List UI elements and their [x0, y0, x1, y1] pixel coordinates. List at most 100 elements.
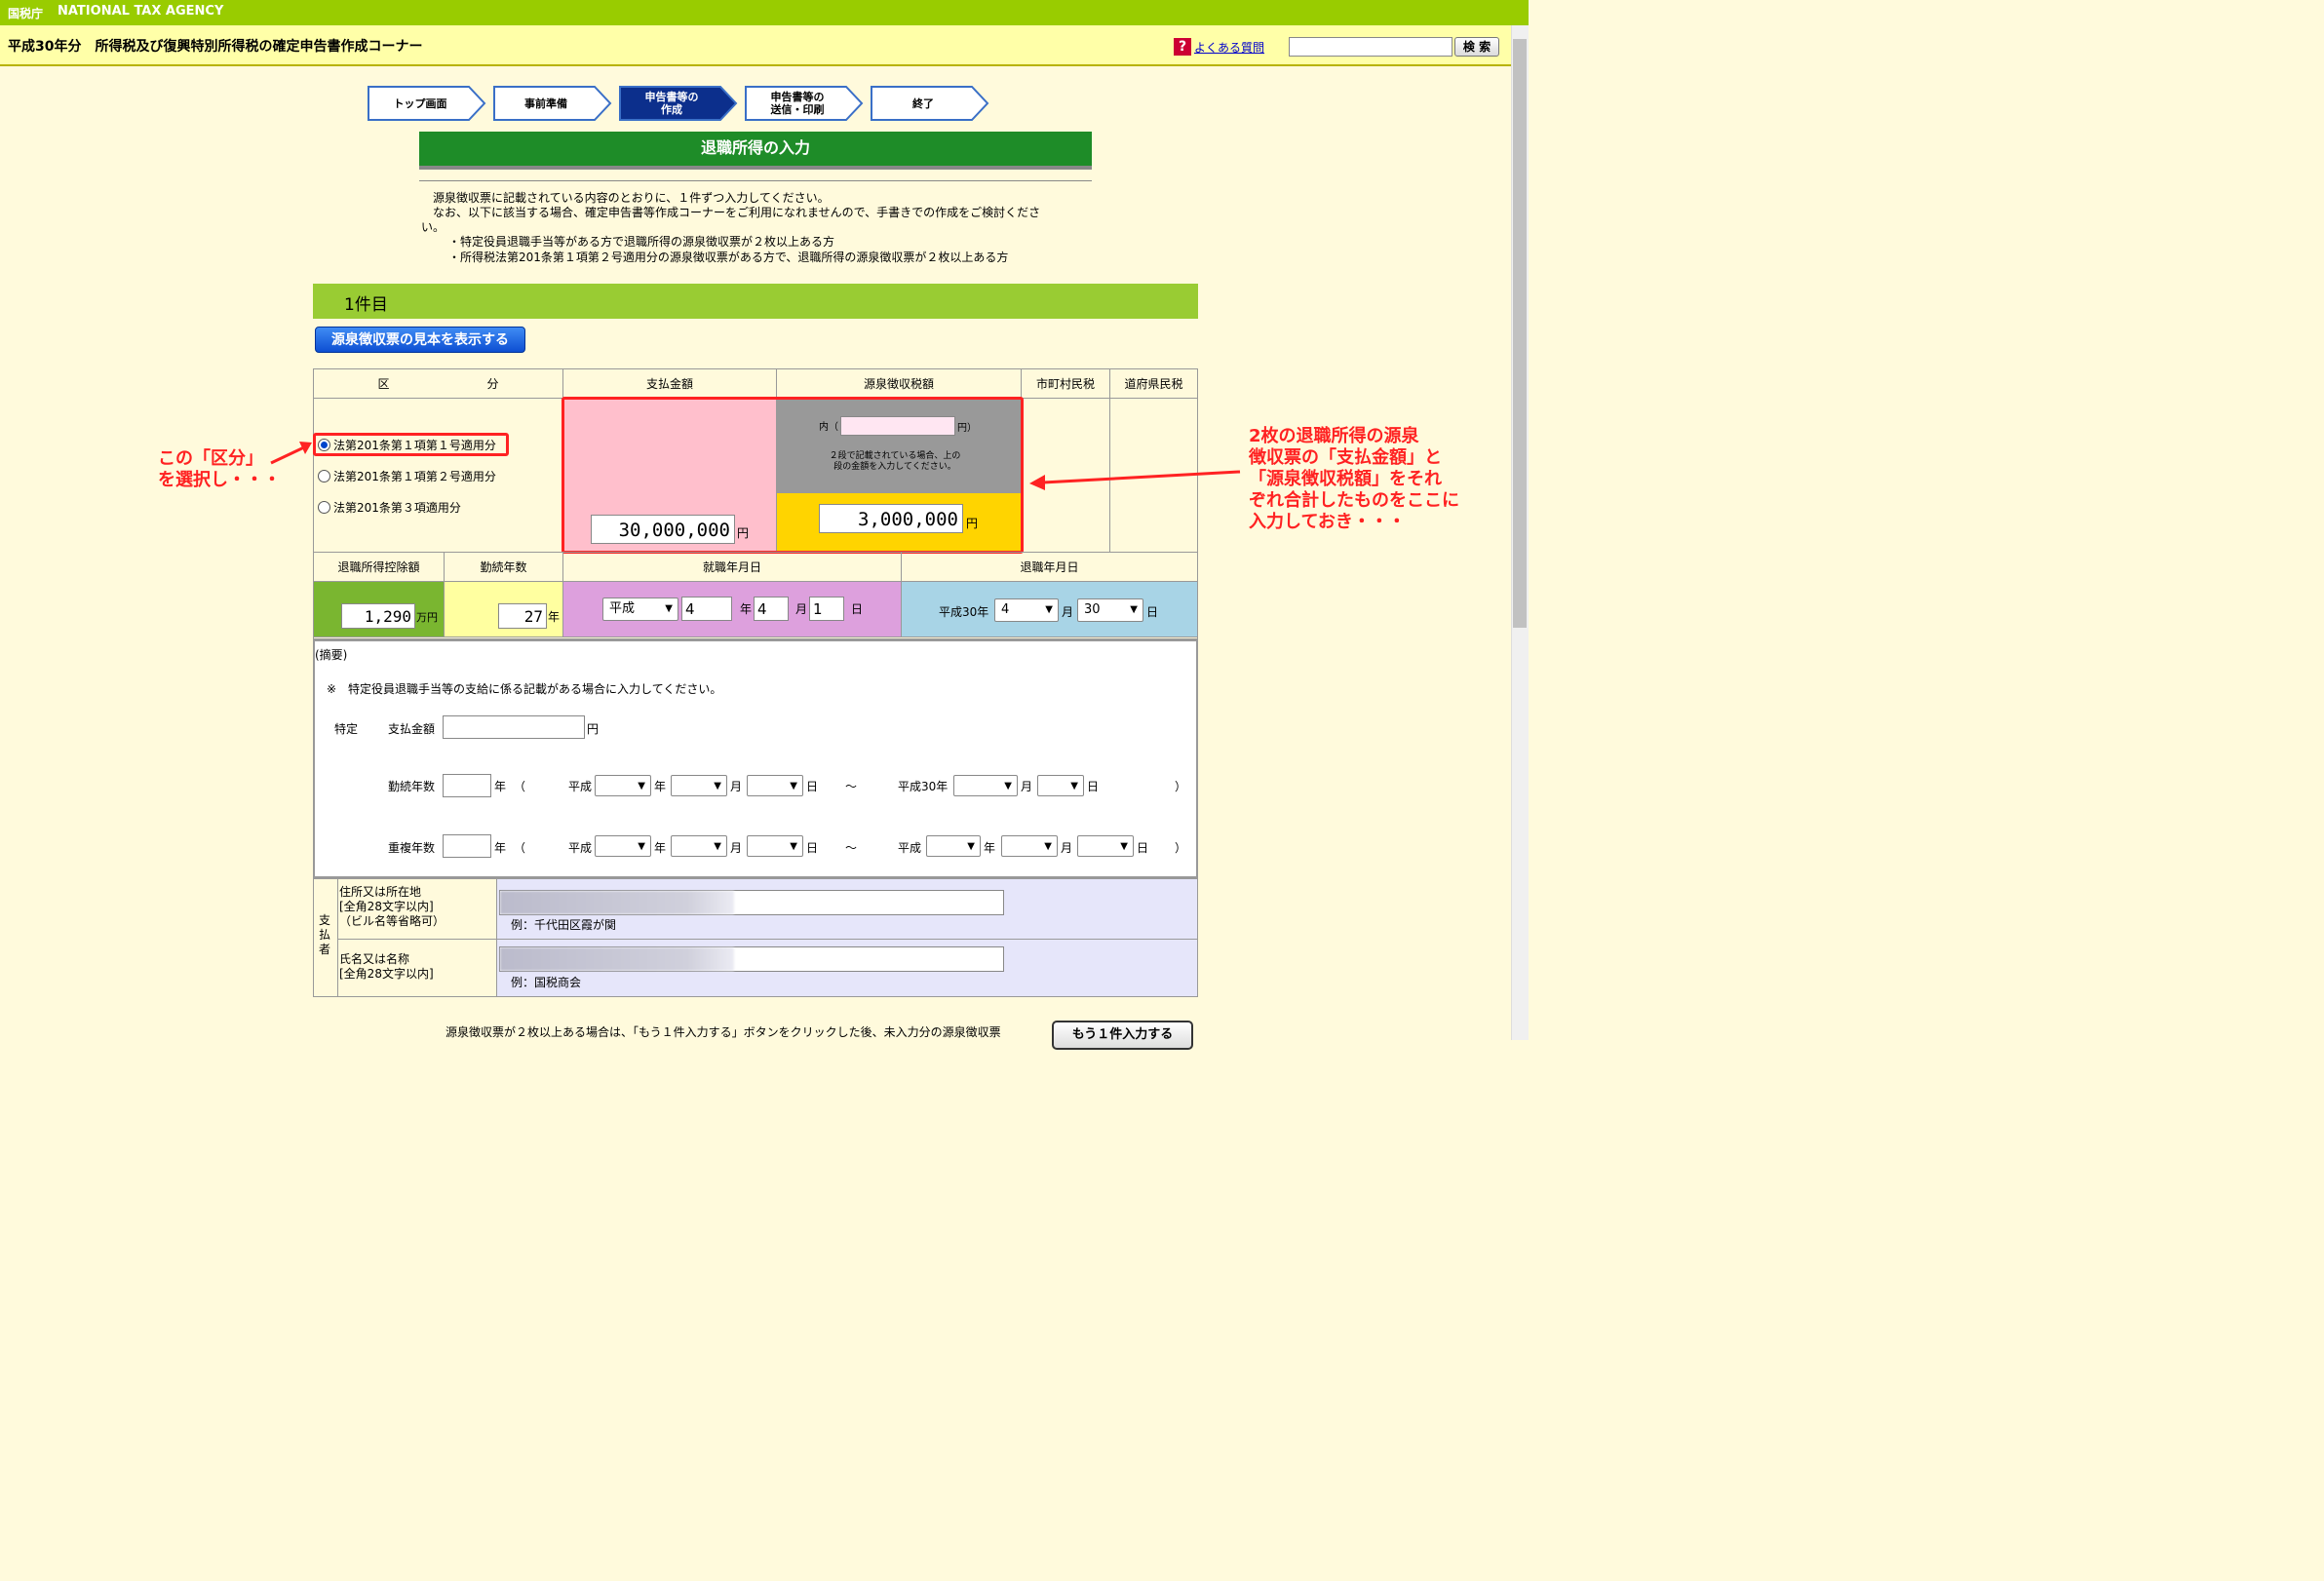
overlap-from-year-select[interactable]: ▼ [595, 835, 651, 857]
agency-logo: 国税庁 [8, 7, 44, 20]
join-date-header: 就職年月日 [562, 552, 902, 582]
faq-link[interactable]: よくある質問 [1194, 39, 1264, 56]
overlap-to-day-select[interactable]: ▼ [1077, 835, 1134, 857]
month-unit: 月 [730, 841, 743, 855]
kubun-header: 区 分 [313, 368, 563, 399]
join-era-select[interactable]: 平成 ▼ [602, 598, 678, 621]
tokutei-payment-input[interactable] [443, 715, 585, 739]
years-to-month-select[interactable]: ▼ [953, 775, 1018, 796]
years-from-era-year-select[interactable]: ▼ [595, 775, 651, 796]
radio-kubun-3[interactable]: 法第201条第３項適用分 [318, 499, 461, 516]
chevron-down-icon: ▼ [665, 603, 673, 614]
overlap-label: 重複年数 [388, 841, 436, 855]
month-unit: 月 [795, 602, 808, 616]
yen-unit: 円 [587, 722, 600, 736]
search-button[interactable]: 検 索 [1454, 37, 1499, 57]
year-unit: 年 [984, 841, 996, 855]
retire-day-select[interactable]: 30 ▼ [1077, 598, 1143, 622]
years-label: 勤続年数 [388, 780, 436, 793]
overlap-to-month-select[interactable]: ▼ [1001, 835, 1058, 857]
overlap-to-year-select[interactable]: ▼ [926, 835, 981, 857]
payment-header: 支払金額 [562, 368, 777, 399]
select-value: 平成 [609, 601, 636, 616]
tokutei-years-input[interactable] [443, 774, 491, 797]
tilde: 〜 [845, 841, 858, 855]
municipal-tax-header: 市町村民税 [1021, 368, 1110, 399]
deduction-amount-input[interactable]: 1,290 [341, 603, 415, 629]
retire-month-select[interactable]: 4 ▼ [994, 598, 1059, 622]
prefectural-tax-header: 道府県民税 [1109, 368, 1198, 399]
era-label: 平成 [568, 780, 593, 793]
chevron-down-icon: ▼ [638, 781, 645, 791]
radio-unchecked-icon [318, 501, 330, 514]
show-sample-button[interactable]: 源泉徴収票の見本を表示する [315, 327, 525, 353]
radio-label: 法第201条第１項第２号適用分 [333, 470, 496, 483]
day-unit: 日 [806, 780, 819, 793]
scrollbar-thumb[interactable] [1513, 39, 1527, 628]
overlap-from-month-select[interactable]: ▼ [671, 835, 727, 857]
day-unit: 日 [1087, 780, 1100, 793]
name-label: 氏名又は名称 [全角28文字以内] [339, 952, 434, 981]
years-from-day-select[interactable]: ▼ [747, 775, 803, 796]
chevron-down-icon: ▼ [1130, 604, 1138, 615]
arrow-right-icon [270, 442, 312, 465]
address-example: 例：千代田区霞が関 [511, 918, 617, 932]
radio-unchecked-icon [318, 470, 330, 482]
year-unit: 年 [548, 610, 561, 624]
agency-bar: 国税庁 NATIONAL TAX AGENCY [0, 0, 1529, 25]
step-label: 申告書等の 送信・印刷 [770, 91, 825, 116]
month-unit: 月 [730, 780, 743, 793]
overlap-from-day-select[interactable]: ▼ [747, 835, 803, 857]
instruction-text: なお、以下に該当する場合、確定申告書等作成コーナーをご利用になれませんので、手書… [433, 206, 1041, 219]
tilde: 〜 [845, 780, 858, 793]
help-icon[interactable]: ? [1174, 38, 1191, 56]
redacted-text [500, 947, 734, 971]
era30-label: 平成30年 [898, 780, 949, 793]
chevron-down-icon: ▼ [1070, 781, 1078, 791]
instruction-text: い。 [421, 220, 445, 234]
years-input[interactable]: 27 [498, 603, 547, 629]
tokutei-label: 特定 [334, 722, 359, 736]
open-paren: （ [514, 780, 526, 793]
summary-note: ※ 特定役員退職手当等の支給に係る記載がある場合に入力してください。 [327, 682, 722, 696]
select-value: 30 [1084, 602, 1101, 617]
overlap-years-input[interactable] [443, 834, 491, 858]
highlight-box [562, 397, 1024, 554]
step-label: トップ画面 [393, 96, 447, 110]
kubun-header-label: 区 [377, 377, 390, 391]
instruction-bullet: ・所得税法第201条第１項第２号適用分の源泉徴収票がある方で、退職所得の源泉徴収… [448, 251, 1009, 264]
agency-name: NATIONAL TAX AGENCY [58, 4, 224, 19]
open-paren: （ [514, 841, 526, 855]
man-yen-unit: 万円 [416, 611, 438, 624]
step-label: 終了 [912, 96, 934, 110]
close-paren: ） [1175, 780, 1187, 793]
footer-note: 源泉徴収票が２枚以上ある場合は、「もう１件入力する」ボタンをクリックした後、未入… [445, 1025, 1001, 1039]
retire-date-header: 退職年月日 [901, 552, 1198, 582]
chevron-down-icon: ▼ [1045, 604, 1053, 615]
kubun-header-label: 分 [486, 377, 499, 391]
radio-kubun-2[interactable]: 法第201条第１項第２号適用分 [318, 468, 496, 484]
years-from-month-select[interactable]: ▼ [671, 775, 727, 796]
payer-side-label: 支 払 者 [319, 913, 331, 956]
arrow-left-icon [1029, 470, 1241, 490]
join-month-input[interactable]: 4 [754, 597, 789, 621]
select-value: 4 [1001, 602, 1010, 617]
years-to-day-select[interactable]: ▼ [1037, 775, 1084, 796]
day-unit: 日 [851, 602, 864, 616]
step-label: 申告書等の 作成 [644, 91, 699, 116]
divider [419, 180, 1092, 181]
close-paren: ） [1175, 841, 1187, 855]
add-another-button[interactable]: もう１件入力する [1052, 1021, 1193, 1050]
address-label: 住所又は所在地 [全角28文字以内] （ビル名等省略可） [339, 885, 445, 928]
search-input[interactable] [1289, 37, 1452, 57]
chevron-down-icon: ▼ [1044, 841, 1052, 852]
chevron-down-icon: ▼ [790, 781, 797, 791]
chevron-down-icon: ▼ [790, 841, 797, 852]
annotation-right: 2枚の退職所得の源泉 徴収票の「支払金額」と 「源泉徴収税額」をそれ ぞれ合計し… [1249, 426, 1459, 532]
highlight-box [313, 433, 509, 456]
join-day-input[interactable]: 1 [809, 597, 844, 621]
chevron-down-icon: ▼ [1004, 781, 1012, 791]
item-label: 1件目 [344, 295, 388, 315]
deduction-header: 退職所得控除額 [313, 552, 445, 582]
join-year-input[interactable]: 4 [681, 597, 732, 621]
